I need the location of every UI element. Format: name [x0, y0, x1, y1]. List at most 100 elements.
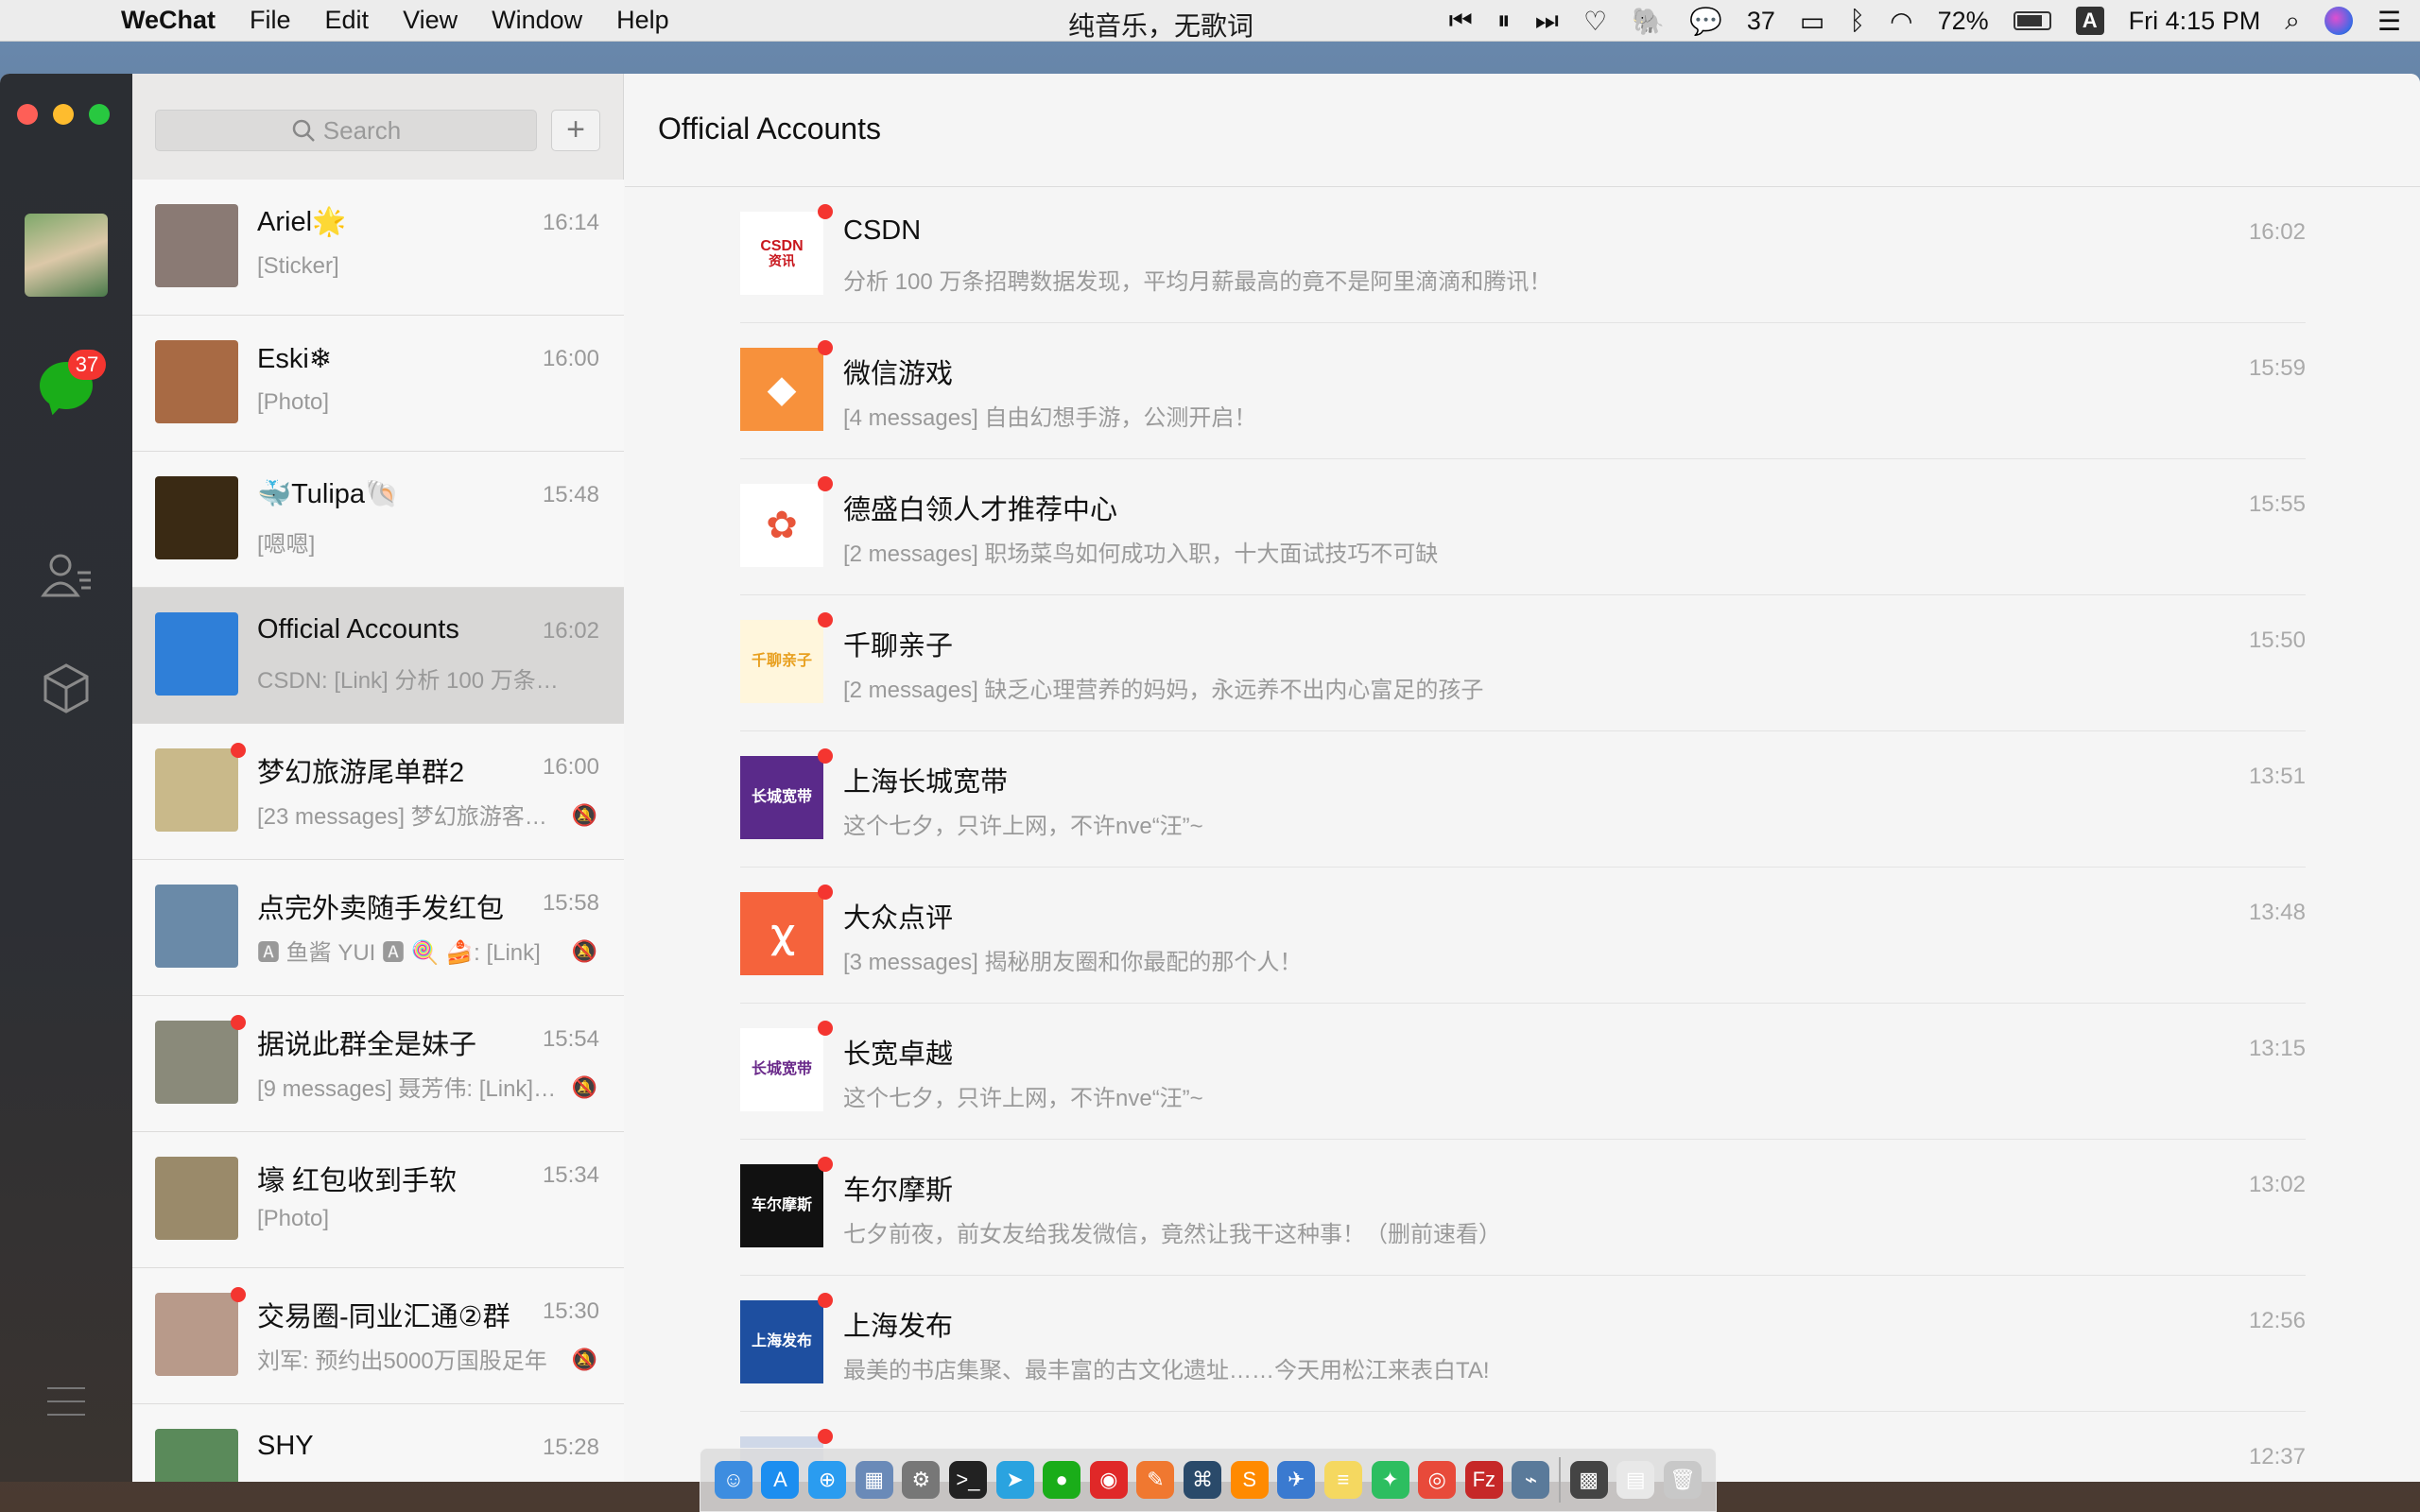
notes-icon[interactable]: ≡	[1323, 1461, 1362, 1499]
account-row[interactable]: ◆ 微信游戏 15:59 [4 messages] 自由幻想手游，公测开启！	[740, 323, 2306, 459]
bluetooth-icon[interactable]: ᛒ	[1849, 6, 1865, 36]
chat-name: 交易圈-同业汇通②群	[257, 1302, 510, 1332]
favorites-tab[interactable]	[38, 660, 95, 716]
paw-icon[interactable]: ✈	[1277, 1461, 1316, 1499]
account-preview: [2 messages] 职场菜鸟如何成功入职，十大面试技巧不可缺	[843, 541, 1439, 567]
preview-icon[interactable]: ▦	[855, 1461, 893, 1499]
close-window-button[interactable]	[17, 104, 38, 125]
settings-menu-icon[interactable]	[47, 1387, 85, 1427]
chat-row[interactable]: Eski❄ 16:00 [Photo]	[132, 316, 624, 452]
spotlight-search-icon[interactable]: ⌕	[2285, 6, 2300, 37]
account-row[interactable]: CSDN 资讯 CSDN 16:02 分析 100 万条招聘数据发现，平均月薪最高的竟不…	[740, 187, 2306, 323]
account-row[interactable]: 千聊亲子 千聊亲子 15:50 [2 messages] 缺乏心理营养的妈妈，永远养不…	[740, 595, 2306, 731]
wechat-unread-count: 37	[1746, 6, 1775, 35]
contacts-icon	[41, 554, 91, 597]
input-source-icon[interactable]: A	[2075, 7, 2104, 35]
menu-window[interactable]: Window	[475, 6, 599, 35]
heart-icon[interactable]: ♡	[1583, 6, 1607, 37]
safari-icon[interactable]: ⊕	[808, 1461, 847, 1499]
chat-row[interactable]: SHY 15:28	[132, 1404, 624, 1482]
filezilla-icon[interactable]: Fz	[1464, 1461, 1503, 1499]
account-row[interactable]: 上海发布 上海发布 12:56 最美的书店集聚、最丰富的古文化遗址……今天用松江来表白…	[740, 1276, 2306, 1412]
account-logo: 长城宽带	[740, 756, 823, 839]
now-playing-title[interactable]: 纯音乐，无歌词	[1068, 6, 1253, 43]
evernote-status-icon[interactable]: 🐘	[1632, 6, 1665, 37]
account-preview: 分析 100 万条招聘数据发现，平均月薪最高的竟不是阿里滴滴和腾讯！	[843, 269, 1552, 295]
account-row[interactable]: ꭓ 大众点评 13:48 [3 messages] 揭秘朋友圈和你最配的那个人！	[740, 868, 2306, 1004]
menu-bar: WeChat File Edit View Window Help 纯音乐，无歌…	[0, 0, 2420, 42]
chat-row[interactable]: 🐳Tulipa🐚 15:48 [嗯嗯]	[132, 452, 624, 588]
chat-avatar	[155, 748, 238, 832]
menu-wechat[interactable]: WeChat	[104, 6, 233, 35]
account-row[interactable]: 长城宽带 长宽卓越 13:15 这个七夕，只许上网，不许nve“汪”~	[740, 1004, 2306, 1140]
contacts-tab[interactable]	[38, 546, 95, 603]
add-chat-button[interactable]: +	[551, 110, 600, 151]
wechat-icon[interactable]: ●	[1043, 1461, 1081, 1499]
chat-time: 16:00	[542, 346, 599, 371]
chat-row[interactable]: 据说此群全是妹子 15:54 [9 messages] 聂芳伟: [Link] 分享…	[132, 996, 624, 1132]
my-avatar[interactable]	[25, 214, 108, 297]
chat-row[interactable]: Ariel🌟 16:14 [Sticker]	[132, 180, 624, 316]
terminal-icon[interactable]: >_	[948, 1461, 987, 1499]
system-preferences-icon[interactable]: ⚙	[902, 1461, 941, 1499]
account-row[interactable]: 车尔摩斯 车尔摩斯 13:02 七夕前夜，前女友给我发微信，竟然让我干这种事！（删前速…	[740, 1140, 2306, 1276]
chat-preview: 刘军: 预约出5000万国股足年	[257, 1349, 547, 1374]
dock: ☺ A ⊕ ▦ ⚙ >_ ➤ ● ◉ ✎ ⌘ S ✈ ≡ ✦ ◎ Fz ⌁ ▩ ▤ 🗑	[700, 1448, 1717, 1512]
chat-row[interactable]: Official Accounts 16:02 CSDN: [Link] 分析 10…	[132, 588, 624, 724]
evernote-glyph: ✦	[1381, 1468, 1399, 1491]
chats-tab[interactable]: 37	[38, 350, 106, 414]
previous-track-icon[interactable]: ⏮	[1449, 6, 1473, 37]
wechat-status-icon[interactable]: 💬	[1689, 6, 1722, 37]
search-input[interactable]: Search	[155, 110, 537, 151]
dock-separator	[1559, 1457, 1562, 1503]
unread-dot	[818, 204, 833, 219]
chrome-icon[interactable]: ◎	[1418, 1461, 1457, 1499]
account-row[interactable]: ✿ 德盛白领人才推荐中心 15:55 [2 messages] 职场菜鸟如何成功入职，…	[740, 459, 2306, 595]
telegram-icon[interactable]: ➤	[995, 1461, 1034, 1499]
chat-time: 15:58	[542, 890, 599, 916]
evernote-icon[interactable]: ✦	[1371, 1461, 1409, 1499]
terminal-glyph: >_	[956, 1468, 980, 1491]
netease-music-icon[interactable]: ◉	[1089, 1461, 1128, 1499]
wifi-icon[interactable]: ◠	[1890, 6, 1912, 37]
notification-center-icon[interactable]: ☰	[2377, 6, 2401, 37]
account-preview: [3 messages] 揭秘朋友圈和你最配的那个人！	[843, 950, 1303, 975]
chrome-glyph: ◎	[1427, 1468, 1446, 1491]
network-utility-icon[interactable]: ⌁	[1512, 1461, 1550, 1499]
calendar-icon[interactable]: ▤	[1616, 1461, 1655, 1499]
finder-icon[interactable]: ☺	[714, 1461, 752, 1499]
airplay-icon[interactable]: ▭	[1800, 6, 1824, 37]
account-logo-text: 长城宽带	[751, 1061, 812, 1078]
chat-name: 据说此群全是妹子	[257, 1030, 477, 1060]
chat-row[interactable]: 壕 红包收到手软 15:34 [Photo]	[132, 1132, 624, 1268]
chat-preview: [23 messages] 梦幻旅游客服：	[257, 804, 560, 830]
sublime-text-icon[interactable]: S	[1230, 1461, 1269, 1499]
menu-help[interactable]: Help	[599, 6, 686, 35]
chat-row[interactable]: 点完外卖随手发红包 15:58 🅰 鱼酱 YUI 🅰 🍭 🍰: [Link] 🔕	[132, 860, 624, 996]
app-store-icon[interactable]: A	[761, 1461, 800, 1499]
siri-icon[interactable]	[2324, 7, 2353, 35]
minimize-window-button[interactable]	[53, 104, 74, 125]
trash-icon[interactable]: 🗑	[1663, 1461, 1702, 1499]
swift-icon[interactable]: ✎	[1136, 1461, 1175, 1499]
menu-view[interactable]: View	[386, 6, 475, 35]
menu-edit[interactable]: Edit	[308, 6, 387, 35]
qr-code-icon[interactable]: ▩	[1569, 1461, 1608, 1499]
menu-file[interactable]: File	[233, 6, 308, 35]
unread-dot	[818, 1157, 833, 1172]
account-row[interactable]: 长城宽带 上海长城宽带 13:51 这个七夕，只许上网，不许nve“汪”~	[740, 731, 2306, 868]
chat-name: Eski❄	[257, 344, 333, 374]
mysql-workbench-icon[interactable]: ⌘	[1184, 1461, 1222, 1499]
chat-row[interactable]: 梦幻旅游尾单群2 16:00 [23 messages] 梦幻旅游客服： 🔕	[132, 724, 624, 860]
next-track-icon[interactable]: ⏭	[1535, 6, 1559, 37]
chat-avatar	[155, 1157, 238, 1240]
mute-bell-icon: 🔕	[571, 1075, 597, 1099]
battery-icon[interactable]	[2013, 11, 2051, 30]
account-logo: 千聊亲子	[740, 620, 823, 703]
pause-icon[interactable]: ⏸	[1497, 6, 1511, 37]
zoom-window-button[interactable]	[89, 104, 110, 125]
chat-row[interactable]: 交易圈-同业汇通②群 15:30 刘军: 预约出5000万国股足年 🔕	[132, 1268, 624, 1404]
clock[interactable]: Fri 4:15 PM	[2129, 7, 2261, 36]
chat-preview: CSDN: [Link] 分析 100 万条招聘数据发现	[257, 668, 560, 694]
account-preview: 这个七夕，只许上网，不许nve“汪”~	[843, 814, 1203, 839]
